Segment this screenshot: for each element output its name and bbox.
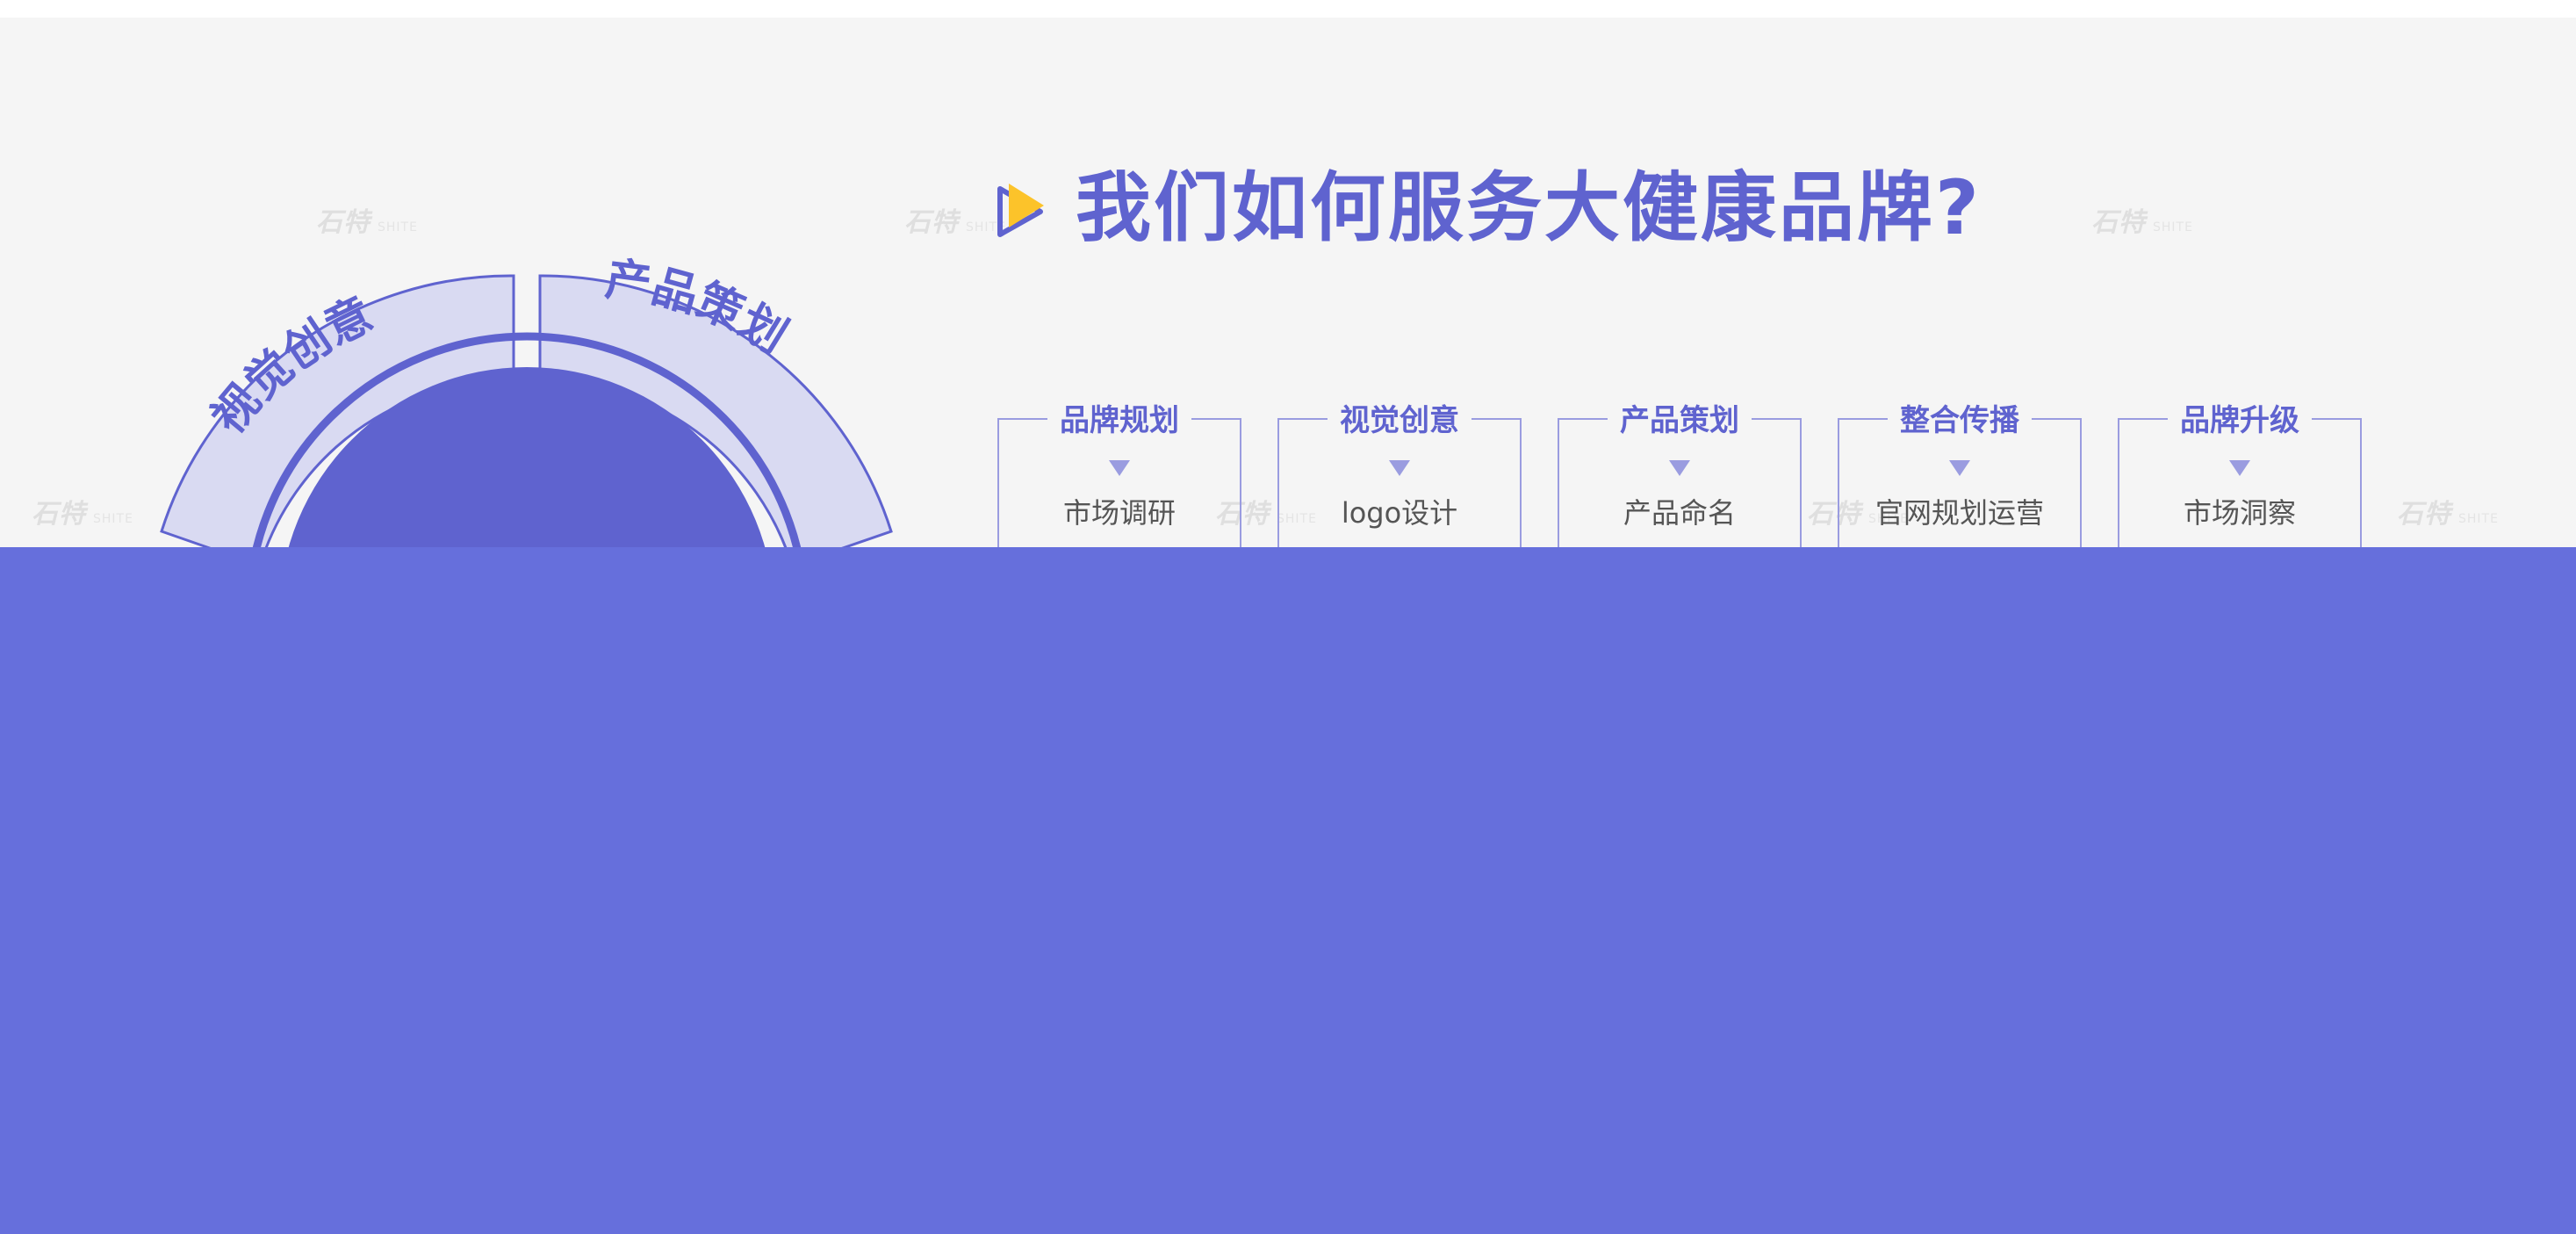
watermark-logo: 石特SHITE bbox=[316, 207, 418, 238]
column-item: logo设计 bbox=[1341, 496, 1458, 530]
triangle-down-icon bbox=[1389, 460, 1410, 476]
watermark-logo: 石特SHITE bbox=[904, 207, 1006, 238]
column-item: 官网规划运营 bbox=[1874, 496, 2044, 530]
triangle-down-icon bbox=[1109, 460, 1130, 476]
column-heading: 视觉创意 bbox=[1328, 406, 1471, 436]
column-heading: 品牌规划 bbox=[1047, 406, 1191, 436]
watermark-logo: 石特SHITE bbox=[2397, 499, 2499, 530]
triangle-down-icon bbox=[1949, 460, 1970, 476]
section-title: 我们如何服务大健康品牌? bbox=[1076, 164, 1982, 252]
overlay-panel bbox=[0, 547, 2576, 1234]
play-icon bbox=[997, 184, 1044, 237]
column-heading: 品牌升级 bbox=[2168, 406, 2312, 436]
column-item: 市场洞察 bbox=[2183, 496, 2296, 530]
service-wheel: 视觉创意 产品策划 bbox=[152, 253, 897, 597]
triangle-down-icon bbox=[2229, 460, 2250, 476]
column-item: 市场调研 bbox=[1062, 496, 1176, 530]
column-heading: 整合传播 bbox=[1888, 406, 2032, 436]
column-item: 产品命名 bbox=[1623, 496, 1736, 530]
column-heading: 产品策划 bbox=[1608, 406, 1752, 436]
triangle-down-icon bbox=[1669, 460, 1690, 476]
watermark-logo: 石特SHITE bbox=[2091, 207, 2193, 238]
